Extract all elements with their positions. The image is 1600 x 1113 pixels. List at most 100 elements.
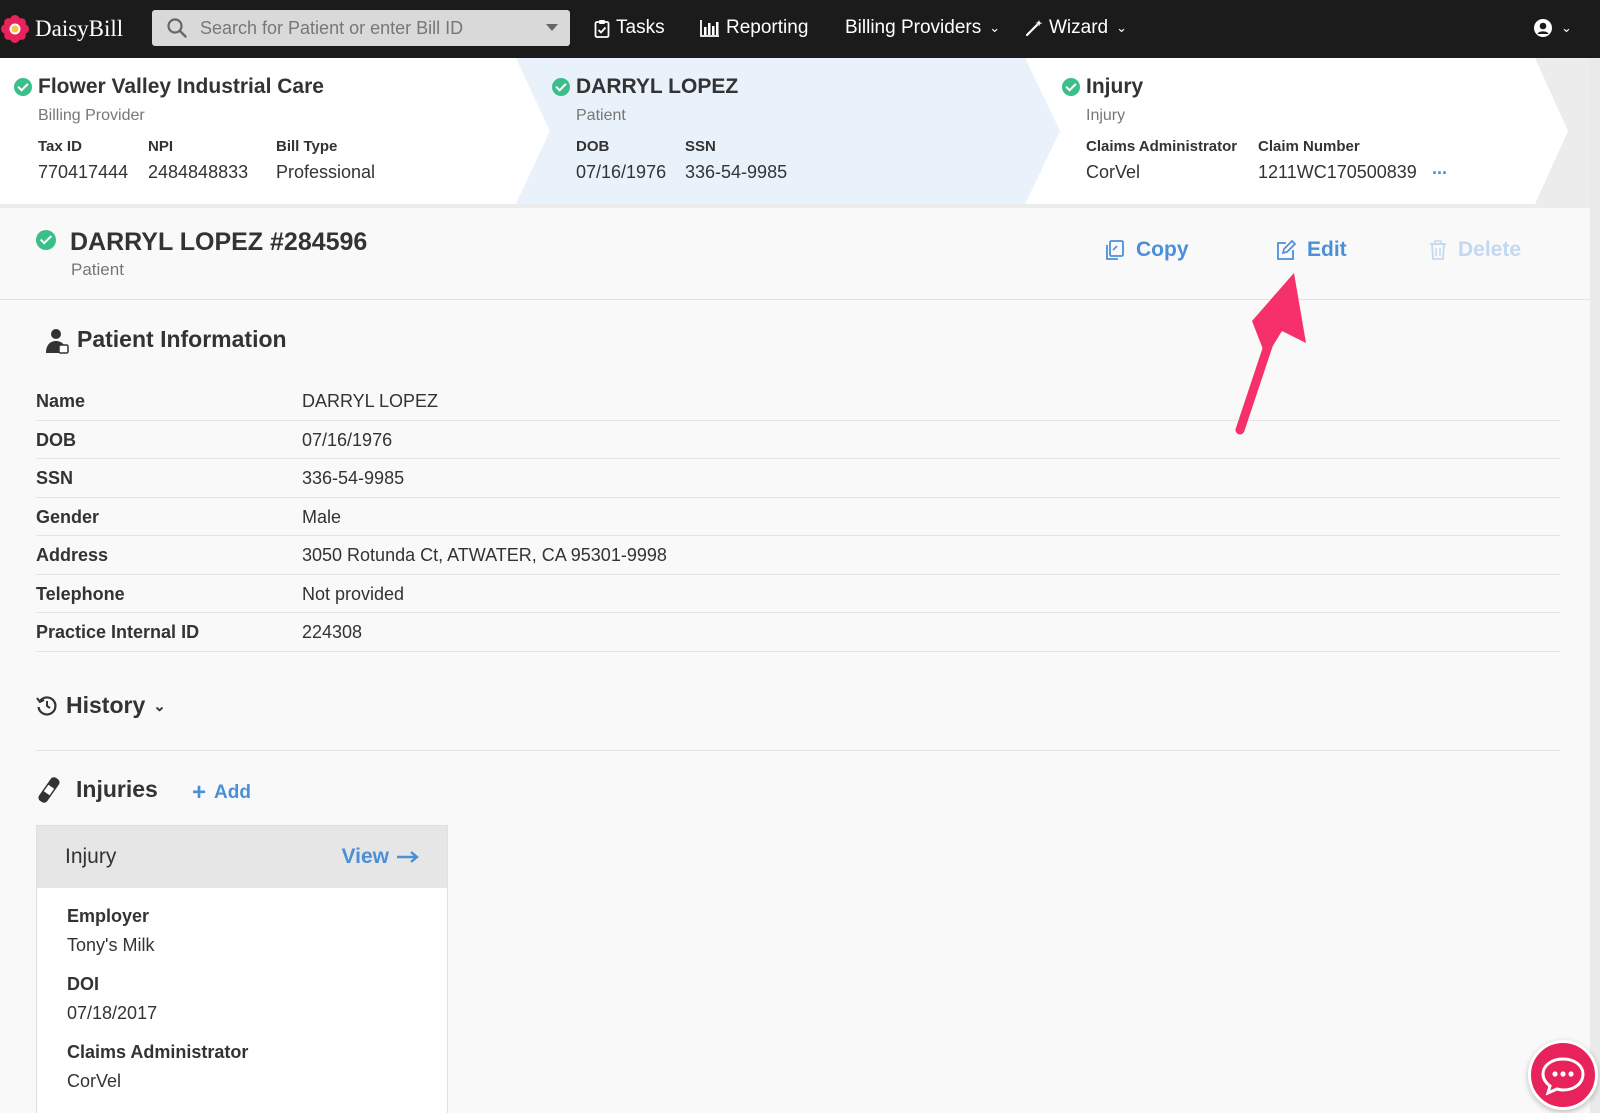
history-icon <box>36 695 57 716</box>
annotation-arrow <box>1235 273 1306 435</box>
row-value: DARRYL LOPEZ <box>302 391 439 411</box>
magic-wand-icon <box>1025 20 1043 37</box>
delete-label: Delete <box>1458 238 1522 261</box>
row-label: Gender <box>36 506 100 527</box>
copy-icon <box>1106 239 1124 260</box>
table-row: Practice Internal ID 224308 <box>36 613 1560 652</box>
user-circle-icon <box>1534 19 1552 37</box>
nav-wizard-label: Wizard <box>1049 17 1109 38</box>
doi-value: 07/18/2017 <box>67 1003 158 1023</box>
table-row: SSN 336-54-9985 <box>36 459 1560 498</box>
copy-button[interactable]: Copy <box>1103 238 1189 262</box>
view-label: View <box>341 845 389 868</box>
injury-crumb-type: Injury <box>1086 107 1126 124</box>
employer-value: Tony's Milk <box>67 935 155 955</box>
dob-value: 07/16/1976 <box>576 162 667 182</box>
search-input[interactable] <box>200 17 530 39</box>
page-subtitle: Patient <box>71 260 124 279</box>
breadcrumb-patient[interactable]: DARRYL LOPEZ Patient DOB 07/16/1976 SSN … <box>540 58 1040 204</box>
patient-icon <box>46 329 69 354</box>
arrow-right-icon <box>397 851 419 863</box>
row-label: DOB <box>36 429 76 450</box>
edit-button[interactable]: Edit <box>1274 238 1347 262</box>
nav-tasks[interactable]: Tasks <box>594 15 665 41</box>
view-injury-link[interactable]: View <box>342 845 419 869</box>
row-label: Practice Internal ID <box>36 622 200 642</box>
search-box[interactable] <box>152 10 570 46</box>
ssn-value: 336-54-9985 <box>685 162 788 182</box>
row-value: Male <box>302 506 342 527</box>
bill-type-label: Bill Type <box>276 138 338 155</box>
user-menu[interactable]: ⌄ <box>1533 15 1572 41</box>
nav-billing-providers[interactable]: Billing Providers ⌄ <box>845 15 1000 41</box>
plus-icon: + <box>192 779 207 806</box>
row-label: Name <box>36 391 86 411</box>
edit-label: Edit <box>1307 238 1347 261</box>
claims-admin-value: CorVel <box>1086 162 1141 182</box>
history-toggle[interactable]: History ⌄ <box>36 692 166 719</box>
bar-chart-icon <box>700 20 719 37</box>
injury-card: Injury View Employer Tony's Milk DOI 07/… <box>36 825 448 1113</box>
check-circle-icon <box>36 230 56 250</box>
injury-crumb-title: Injury <box>1086 75 1144 98</box>
breadcrumb-billing-provider[interactable]: Flower Valley Industrial Care Billing Pr… <box>0 58 540 204</box>
add-injury-button[interactable]: + Add <box>192 779 251 806</box>
daisybill-logo[interactable]: DaisyBill <box>0 13 123 45</box>
section-divider <box>36 750 1560 751</box>
search-icon <box>167 18 187 38</box>
table-row: Gender Male <box>36 498 1560 536</box>
bill-type-value: Professional <box>276 162 376 182</box>
patient-crumb-type: Patient <box>576 107 626 124</box>
history-label: History <box>66 692 146 718</box>
breadcrumb-bar: Flower Valley Industrial Care Billing Pr… <box>0 58 1600 208</box>
chevron-down-icon: ⌄ <box>1561 20 1572 35</box>
row-label: Telephone <box>36 583 125 604</box>
scrollbar[interactable] <box>1590 58 1600 1113</box>
clipboard-check-icon <box>594 19 610 38</box>
bandage-icon <box>38 776 60 803</box>
injuries-title: Injuries <box>76 776 158 802</box>
delete-button[interactable]: Delete <box>1428 238 1521 262</box>
npi-label: NPI <box>148 138 174 155</box>
more-fields-link[interactable]: ... <box>1432 158 1447 179</box>
provider-type: Billing Provider <box>38 107 145 124</box>
nav-reporting[interactable]: Reporting <box>700 15 808 41</box>
nav-wizard[interactable]: Wizard ⌄ <box>1025 15 1127 41</box>
row-value: Not provided <box>302 583 405 604</box>
dob-label: DOB <box>576 138 610 155</box>
row-label: Address <box>36 545 109 565</box>
check-circle-icon <box>1062 78 1080 96</box>
edit-icon <box>1277 239 1297 260</box>
row-label: SSN <box>36 468 74 488</box>
daisy-logo-icon <box>1 15 29 43</box>
claim-number-label: Claim Number <box>1258 138 1360 155</box>
nav-billing-providers-label: Billing Providers <box>845 17 982 38</box>
row-value: 3050 Rotunda Ct, ATWATER, CA 95301-9998 <box>302 545 667 565</box>
chat-icon <box>1541 1057 1585 1096</box>
ssn-label: SSN <box>685 138 716 155</box>
injury-card-title: Injury <box>65 845 117 868</box>
search-dropdown-caret-icon[interactable] <box>546 24 558 31</box>
patient-info-title: Patient Information <box>77 326 287 352</box>
tax-id-label: Tax ID <box>38 138 82 155</box>
table-row: Telephone Not provided <box>36 575 1560 613</box>
patient-crumb-name: DARRYL LOPEZ <box>576 75 739 98</box>
claims-admin-label: Claims Administrator <box>1086 138 1238 155</box>
trash-icon <box>1430 240 1446 260</box>
logo-text: DaisyBill <box>35 16 124 41</box>
claim-number-value: 1211WC170500839 <box>1258 162 1417 182</box>
page-title: DARRYL LOPEZ #284596 <box>70 228 368 256</box>
top-navbar: DaisyBill Tasks Reporting Billing Provid… <box>0 0 1600 58</box>
nav-reporting-label: Reporting <box>726 17 809 38</box>
row-value: 224308 <box>302 622 363 642</box>
table-row: Address 3050 Rotunda Ct, ATWATER, CA 9530… <box>36 536 1560 575</box>
claims-admin-label: Claims Administrator <box>67 1042 249 1062</box>
provider-name: Flower Valley Industrial Care <box>38 75 324 98</box>
table-row: Name DARRYL LOPEZ <box>36 382 1560 421</box>
chat-button[interactable] <box>1528 1040 1598 1110</box>
breadcrumb-injury[interactable]: Injury Injury Claims Administrator CorVe… <box>1050 58 1550 204</box>
table-row: DOB 07/16/1976 <box>36 421 1560 459</box>
injury-card-header: Injury View <box>37 826 447 888</box>
row-value: 336-54-9985 <box>302 468 405 488</box>
chevron-down-icon: ⌄ <box>989 20 1001 35</box>
